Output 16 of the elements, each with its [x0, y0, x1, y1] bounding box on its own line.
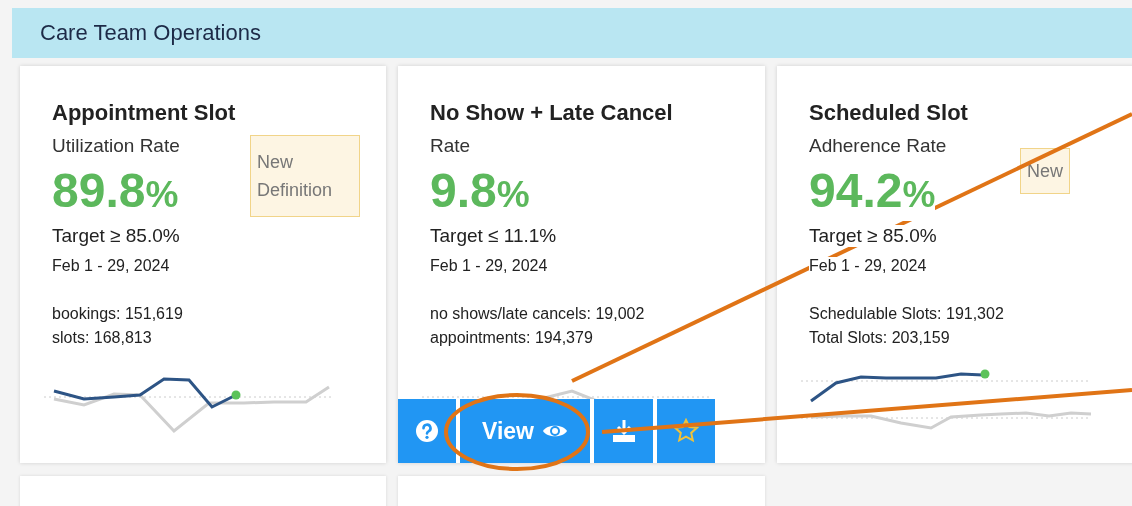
view-button[interactable]: View: [460, 399, 590, 463]
help-icon: [415, 419, 439, 443]
new-badge: New: [1020, 148, 1070, 194]
help-button[interactable]: [398, 399, 456, 463]
target-text: Target ≥ 85.0%: [809, 225, 937, 247]
latest-point: [231, 390, 241, 400]
download-icon: [610, 418, 637, 444]
new-badge: New Definition: [250, 135, 360, 217]
star-icon: [673, 418, 699, 444]
favorite-button[interactable]: [657, 399, 715, 463]
date-range: Feb 1 - 29, 2024: [430, 257, 548, 275]
section-title: Care Team Operations: [40, 19, 262, 47]
latest-point: [980, 369, 990, 379]
date-range: Feb 1 - 29, 2024: [809, 257, 927, 275]
download-button[interactable]: [594, 399, 653, 463]
date-range: Feb 1 - 29, 2024: [52, 257, 170, 275]
